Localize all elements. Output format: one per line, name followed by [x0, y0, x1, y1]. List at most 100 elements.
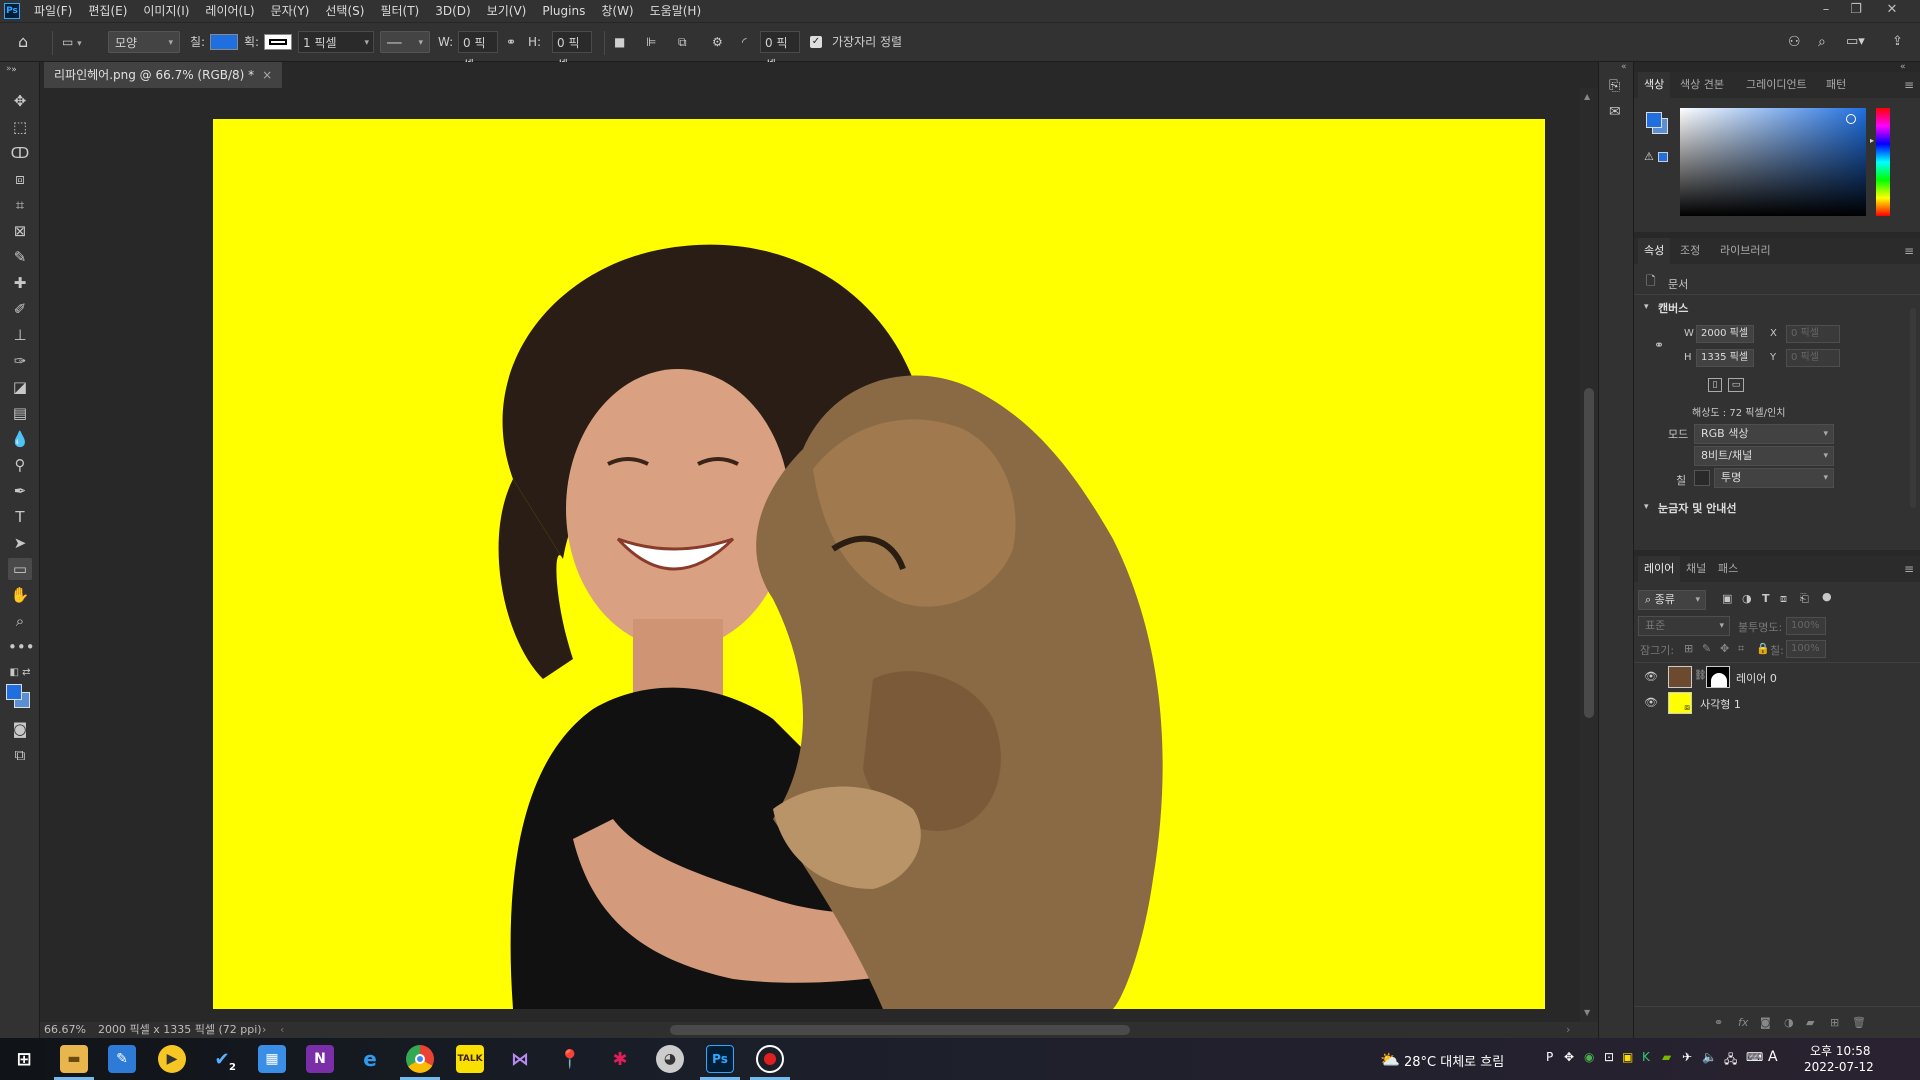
- tray-kakao-icon[interactable]: ▣: [1622, 1050, 1633, 1064]
- comments-panel-icon[interactable]: ✉: [1609, 104, 1621, 120]
- menu-layer[interactable]: 레이어(L): [197, 0, 262, 22]
- color-foreground-swatch[interactable]: [1646, 112, 1662, 128]
- onenote-icon[interactable]: N: [306, 1045, 334, 1073]
- tab-channels[interactable]: 채널: [1680, 556, 1712, 582]
- canvas-x-input[interactable]: 0 픽셀: [1786, 325, 1840, 343]
- history-panel-icon[interactable]: ⎘: [1609, 78, 1620, 94]
- visual-studio-icon[interactable]: ⋈: [506, 1045, 534, 1073]
- tray-app-icon-2[interactable]: ✥: [1564, 1050, 1574, 1064]
- menu-window[interactable]: 창(W): [593, 0, 641, 22]
- restore-icon[interactable]: ❐: [1842, 0, 1870, 22]
- todo-app-icon[interactable]: ✔ 2: [208, 1045, 236, 1074]
- hue-slider[interactable]: [1876, 108, 1890, 216]
- tab-properties[interactable]: 속성: [1638, 238, 1671, 264]
- layer-name[interactable]: 사각형 1: [1700, 696, 1741, 712]
- settings-gear-icon[interactable]: ⚙: [712, 31, 723, 53]
- media-player-icon[interactable]: ▶: [158, 1045, 186, 1073]
- scroll-up-icon[interactable]: ▲: [1584, 92, 1590, 101]
- slack-icon[interactable]: ✱: [606, 1045, 634, 1073]
- rulers-guides-section-title[interactable]: 눈금자 및 안내선: [1658, 500, 1737, 516]
- opacity-input[interactable]: 100%: [1786, 617, 1826, 635]
- collapse-panels-icon[interactable]: «: [1900, 62, 1906, 72]
- document-canvas[interactable]: [213, 119, 1545, 1009]
- link-canvas-size-icon[interactable]: ⚭: [1654, 338, 1664, 352]
- portrait-orientation-icon[interactable]: ▯: [1708, 378, 1722, 392]
- tab-gradients[interactable]: 그레이디언트: [1740, 72, 1813, 98]
- web-safe-swatch[interactable]: [1658, 152, 1668, 162]
- crop-tool-icon[interactable]: ⌗: [8, 194, 32, 216]
- stroke-swatch[interactable]: [264, 34, 292, 50]
- keyboard-icon[interactable]: ⌨: [1746, 1050, 1763, 1064]
- brush-tool-icon[interactable]: ✐: [8, 298, 32, 320]
- tray-app-icon-6[interactable]: ✈: [1682, 1050, 1692, 1064]
- file-explorer-icon[interactable]: ▬: [60, 1045, 88, 1073]
- rectangle-tool-icon[interactable]: ▭: [8, 558, 32, 580]
- tab-adjustments[interactable]: 조정: [1674, 238, 1706, 264]
- tray-nvidia-icon[interactable]: ▰: [1662, 1050, 1671, 1064]
- menu-image[interactable]: 이미지(I): [135, 0, 197, 22]
- layer-mask-link-icon[interactable]: ⛓: [1694, 670, 1707, 681]
- tray-app-icon-1[interactable]: P: [1546, 1050, 1553, 1064]
- fill-input[interactable]: 100%: [1786, 640, 1826, 658]
- canvas-height-input[interactable]: 1335 픽셀: [1696, 349, 1754, 367]
- link-layers-icon[interactable]: ⚭: [1714, 1016, 1723, 1029]
- tray-app-icon-3[interactable]: ◉: [1584, 1050, 1594, 1064]
- document-tab[interactable]: 리파인헤어.png @ 66.7% (RGB/8) * ×: [44, 62, 283, 88]
- calculator-icon[interactable]: ▦: [258, 1045, 286, 1073]
- export-icon[interactable]: ⇪: [1892, 31, 1903, 53]
- home-icon[interactable]: ⌂: [18, 31, 28, 53]
- collapse-left-icon[interactable]: »: [6, 64, 12, 74]
- fill-select[interactable]: 투명 ▾: [1714, 468, 1834, 488]
- tab-swatches[interactable]: 색상 견본: [1674, 72, 1730, 98]
- menu-file[interactable]: 파일(F): [26, 0, 80, 22]
- menu-filter[interactable]: 필터(T): [372, 0, 427, 22]
- color-picker-field[interactable]: [1680, 108, 1866, 216]
- search-icon[interactable]: ⌕: [1818, 31, 1826, 53]
- move-tool-icon[interactable]: ✥: [8, 90, 32, 112]
- collapse-right-icon[interactable]: «: [1621, 62, 1627, 72]
- layers-panel-menu-icon[interactable]: ≡: [1904, 562, 1914, 576]
- close-tab-icon[interactable]: ×: [262, 68, 272, 82]
- horizontal-scroll-thumb[interactable]: [670, 1025, 1130, 1035]
- properties-scrollbar[interactable]: [1910, 308, 1916, 508]
- notepad-app-icon[interactable]: ✎: [108, 1045, 136, 1073]
- minimize-icon[interactable]: –: [1812, 0, 1840, 22]
- properties-panel-menu-icon[interactable]: ≡: [1904, 244, 1914, 258]
- clock-time[interactable]: 오후 10:58: [1810, 1042, 1870, 1059]
- pen-tool-icon[interactable]: ✒: [8, 480, 32, 502]
- blur-tool-icon[interactable]: 💧: [8, 428, 32, 450]
- menu-type[interactable]: 문자(Y): [263, 0, 318, 22]
- close-icon[interactable]: ✕: [1878, 0, 1906, 22]
- link-dimensions-icon[interactable]: ⚭: [506, 31, 516, 53]
- share-icon[interactable]: ⚇: [1788, 31, 1801, 53]
- type-tool-icon[interactable]: T: [8, 506, 32, 528]
- corner-radius-input[interactable]: 0 픽셀: [760, 31, 800, 72]
- healing-brush-tool-icon[interactable]: ✚: [8, 272, 32, 294]
- landscape-orientation-icon[interactable]: ▭: [1728, 378, 1744, 392]
- start-windows-icon[interactable]: ⊞: [10, 1045, 38, 1073]
- canvas-area[interactable]: [40, 88, 1580, 1022]
- fill-swatch[interactable]: [210, 34, 238, 50]
- edit-toolbar-icon[interactable]: •••: [8, 636, 35, 658]
- tab-libraries[interactable]: 라이브러리: [1714, 238, 1777, 264]
- object-selection-tool-icon[interactable]: ⧈: [8, 168, 32, 190]
- default-colors-icon[interactable]: ◧ ⇄: [8, 662, 32, 684]
- color-panel-menu-icon[interactable]: ≡: [1904, 78, 1914, 92]
- network-icon[interactable]: 🖧: [1724, 1050, 1737, 1071]
- filter-type-icon[interactable]: T: [1762, 592, 1770, 605]
- width-input[interactable]: 0 픽셀: [458, 31, 498, 72]
- maps-icon[interactable]: 📍: [556, 1045, 584, 1073]
- zoom-level[interactable]: 66.67%: [44, 1022, 86, 1038]
- filter-smart-object-icon[interactable]: ⎗: [1800, 592, 1809, 606]
- stroke-width-input[interactable]: 1 픽셀 ▾: [298, 31, 374, 53]
- workspace-icon[interactable]: ▭▾: [1846, 31, 1865, 53]
- new-group-icon[interactable]: ▰: [1806, 1016, 1814, 1029]
- menu-view[interactable]: 보기(V): [479, 0, 535, 22]
- rulers-collapse-icon[interactable]: ▾: [1644, 502, 1649, 512]
- hand-tool-icon[interactable]: ✋: [8, 584, 32, 606]
- align-edges-checkbox[interactable]: ✓: [810, 36, 822, 48]
- filter-shape-icon[interactable]: ⧈: [1780, 592, 1787, 606]
- photoshop-taskbar-icon[interactable]: Ps: [706, 1045, 734, 1073]
- tab-layers[interactable]: 레이어: [1638, 556, 1681, 582]
- lock-artboard-icon[interactable]: ⌗: [1738, 642, 1744, 656]
